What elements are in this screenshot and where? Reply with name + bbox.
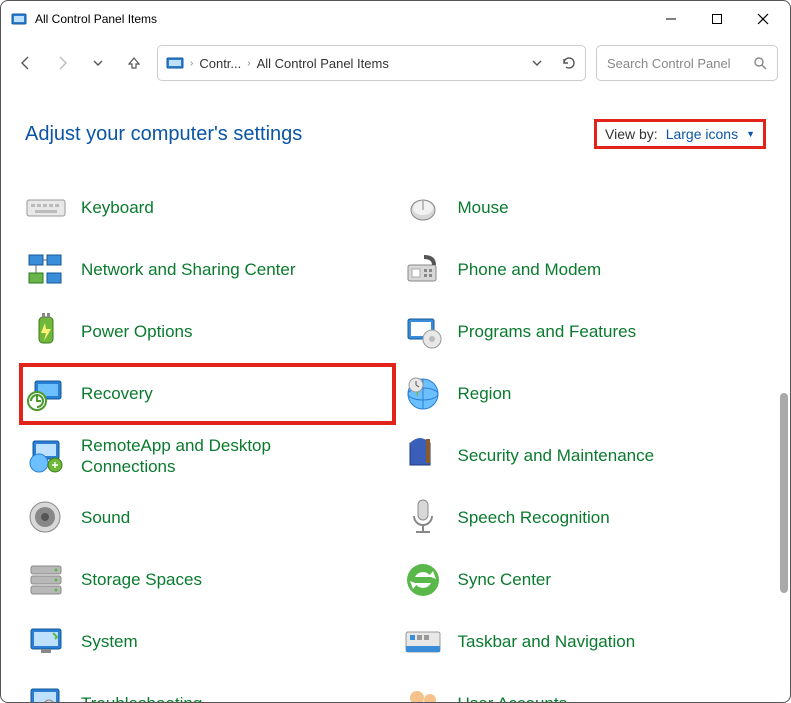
navigation-toolbar: › Contr... › All Control Panel Items Sea… [1, 37, 790, 95]
taskbar-icon [402, 621, 444, 663]
item-label: System [81, 631, 138, 652]
item-label: Recovery [81, 383, 153, 404]
breadcrumb-item[interactable]: Contr... [199, 56, 241, 71]
sound-icon [25, 497, 67, 539]
item-label: Phone and Modem [458, 259, 602, 280]
item-region[interactable]: Region [396, 363, 773, 425]
refresh-button[interactable] [561, 55, 577, 71]
caret-down-icon: ▼ [746, 129, 755, 139]
control-panel-app-icon [11, 11, 27, 27]
item-label: Power Options [81, 321, 193, 342]
storage-icon [25, 559, 67, 601]
item-label: Storage Spaces [81, 569, 202, 590]
mouse-icon [402, 187, 444, 229]
item-network-sharing-center[interactable]: Network and Sharing Center [19, 239, 396, 301]
item-label: Troubleshooting [81, 693, 202, 702]
item-label: Speech Recognition [458, 507, 610, 528]
window-controls [648, 3, 786, 35]
item-speech-recognition[interactable]: Speech Recognition [396, 487, 773, 549]
item-label: Sync Center [458, 569, 552, 590]
items-grid: Keyboard Mouse Network and Sharing Cente… [1, 171, 790, 702]
recent-dropdown[interactable] [85, 50, 111, 76]
users-icon [402, 683, 444, 702]
forward-button[interactable] [49, 50, 75, 76]
minimize-button[interactable] [648, 3, 694, 35]
remoteapp-icon [25, 435, 67, 477]
page-title: Adjust your computer's settings [25, 123, 302, 146]
view-by-value: Large icons [666, 126, 738, 142]
item-recovery[interactable]: Recovery [19, 363, 396, 425]
item-label: Sound [81, 507, 130, 528]
item-taskbar-navigation[interactable]: Taskbar and Navigation [396, 611, 773, 673]
item-label: Region [458, 383, 512, 404]
item-sound[interactable]: Sound [19, 487, 396, 549]
back-button[interactable] [13, 50, 39, 76]
item-phone-modem[interactable]: Phone and Modem [396, 239, 773, 301]
system-icon [25, 621, 67, 663]
item-label: Mouse [458, 197, 509, 218]
recovery-icon [25, 373, 67, 415]
network-icon [25, 249, 67, 291]
view-by-label: View by: [605, 126, 658, 142]
region-icon [402, 373, 444, 415]
item-remoteapp-connections[interactable]: RemoteApp and Desktop Connections [19, 425, 396, 487]
chevron-right-icon: › [190, 58, 193, 69]
item-power-options[interactable]: Power Options [19, 301, 396, 363]
item-storage-spaces[interactable]: Storage Spaces [19, 549, 396, 611]
item-label: Network and Sharing Center [81, 259, 296, 280]
page-header: Adjust your computer's settings View by:… [1, 95, 790, 159]
chevron-down-icon[interactable] [531, 57, 543, 69]
item-mouse[interactable]: Mouse [396, 177, 773, 239]
up-button[interactable] [121, 50, 147, 76]
search-icon [753, 56, 767, 70]
phone-icon [402, 249, 444, 291]
item-label: Keyboard [81, 197, 154, 218]
maximize-button[interactable] [694, 3, 740, 35]
power-icon [25, 311, 67, 353]
speech-icon [402, 497, 444, 539]
item-security-maintenance[interactable]: Security and Maintenance [396, 425, 773, 487]
search-input[interactable]: Search Control Panel [596, 45, 778, 81]
programs-icon [402, 311, 444, 353]
window-title: All Control Panel Items [35, 12, 648, 26]
control-panel-breadcrumb-icon [166, 56, 184, 70]
item-system[interactable]: System [19, 611, 396, 673]
sync-icon [402, 559, 444, 601]
item-label: Programs and Features [458, 321, 637, 342]
item-label: User Accounts [458, 693, 568, 702]
search-placeholder: Search Control Panel [607, 56, 731, 71]
item-user-accounts[interactable]: User Accounts [396, 673, 773, 702]
item-keyboard[interactable]: Keyboard [19, 177, 396, 239]
item-programs-features[interactable]: Programs and Features [396, 301, 773, 363]
item-label: Security and Maintenance [458, 445, 655, 466]
item-troubleshooting[interactable]: Troubleshooting [19, 673, 396, 702]
chevron-right-icon: › [247, 58, 250, 69]
breadcrumb-item[interactable]: All Control Panel Items [257, 56, 389, 71]
security-icon [402, 435, 444, 477]
view-by-control[interactable]: View by: Large icons ▼ [594, 119, 766, 149]
troubleshooting-icon [25, 683, 67, 702]
item-label: RemoteApp and Desktop Connections [81, 435, 301, 478]
item-sync-center[interactable]: Sync Center [396, 549, 773, 611]
scrollbar-thumb[interactable] [780, 393, 788, 593]
keyboard-icon [25, 187, 67, 229]
close-button[interactable] [740, 3, 786, 35]
address-bar[interactable]: › Contr... › All Control Panel Items [157, 45, 586, 81]
titlebar: All Control Panel Items [1, 1, 790, 37]
item-label: Taskbar and Navigation [458, 631, 636, 652]
